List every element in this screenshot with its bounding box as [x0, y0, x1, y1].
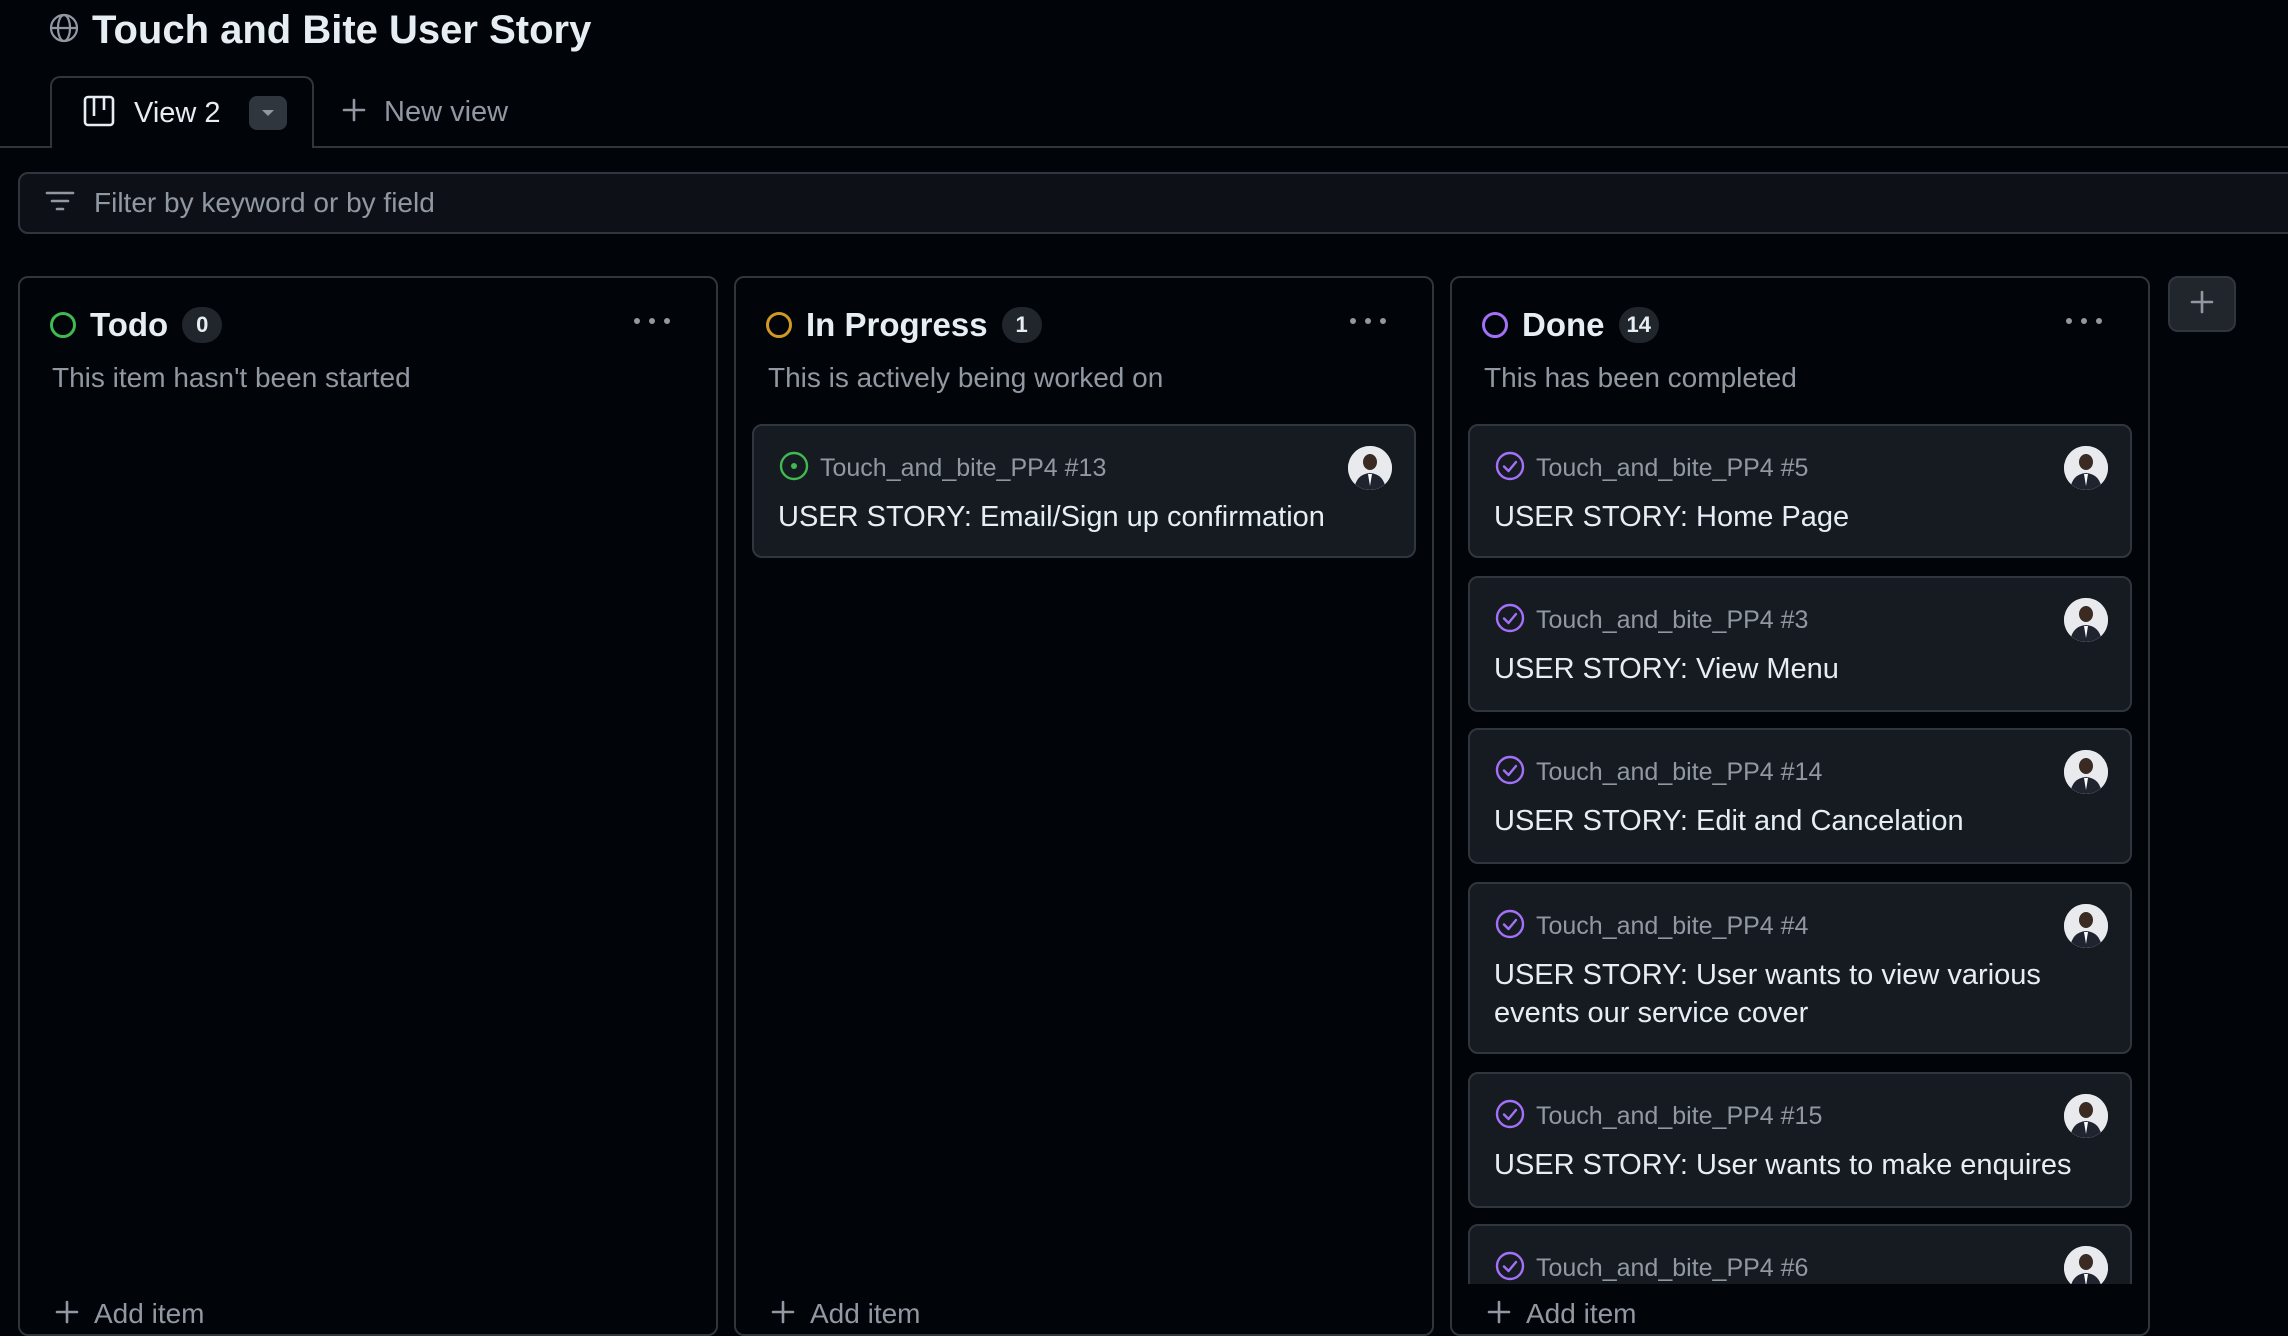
column-todo: Todo 0 This item hasn't been started Add… [18, 276, 718, 1336]
project-header: Touch and Bite User Story [48, 8, 591, 52]
issue-card[interactable]: Touch_and_bite_PP4 #5 USER STORY: Home P… [1468, 424, 2132, 558]
new-view-button[interactable]: New view [340, 90, 508, 134]
card-meta: Touch_and_bite_PP4 #3 [1494, 602, 1808, 639]
column-description: This is actively being worked on [768, 362, 1164, 393]
issue-card[interactable]: Touch_and_bite_PP4 #15 USER STORY: User … [1468, 1072, 2132, 1208]
globe-icon [48, 12, 80, 49]
filter-input[interactable]: Filter by keyword or by field [18, 172, 2288, 234]
card-meta: Touch_and_bite_PP4 #5 [1494, 450, 1808, 487]
column-more-button[interactable] [630, 308, 674, 334]
issue-closed-icon [1494, 908, 1526, 945]
tabs-divider [0, 146, 2288, 148]
issue-closed-icon [1494, 1098, 1526, 1135]
card-title[interactable]: USER STORY: User wants to view various e… [1494, 956, 2094, 1032]
card-title[interactable]: USER STORY: User wants to make enquires [1494, 1146, 2094, 1184]
column-header: Todo 0 [50, 306, 223, 344]
filter-placeholder: Filter by keyword or by field [94, 187, 435, 218]
add-item-label: Add item [810, 1298, 921, 1329]
card-repo-ref[interactable]: Touch_and_bite_PP4 #14 [1536, 758, 1822, 787]
done-card-list[interactable]: Touch_and_bite_PP4 #5 USER STORY: Home P… [1452, 278, 2152, 1284]
issue-card[interactable]: Touch_and_bite_PP4 #13 USER STORY: Email… [752, 424, 1416, 558]
todo-status-icon [50, 312, 76, 338]
column-count: 1 [1001, 307, 1042, 343]
card-meta: Touch_and_bite_PP4 #13 [778, 450, 1106, 487]
issue-open-icon [778, 450, 810, 487]
new-view-label: New view [384, 95, 509, 128]
plus-icon [54, 1299, 80, 1330]
plus-icon [340, 96, 368, 129]
card-repo-ref[interactable]: Touch_and_bite_PP4 #6 [1536, 1254, 1808, 1283]
column-count: 0 [182, 307, 223, 343]
issue-card[interactable]: Touch_and_bite_PP4 #4 USER STORY: User w… [1468, 882, 2132, 1054]
project-title: Touch and Bite User Story [92, 7, 592, 52]
add-item-label: Add item [94, 1298, 205, 1329]
column-header: In Progress 1 [766, 306, 1042, 344]
column-description: This item hasn't been started [52, 362, 411, 393]
card-meta: Touch_and_bite_PP4 #14 [1494, 754, 1822, 791]
card-title[interactable]: USER STORY: Home Page [1494, 498, 2094, 536]
card-meta: Touch_and_bite_PP4 #6 [1494, 1250, 1808, 1284]
assignee-avatar[interactable] [2064, 1246, 2108, 1284]
assignee-avatar[interactable] [2064, 446, 2108, 490]
column-more-button[interactable] [1346, 308, 1390, 334]
add-item-button[interactable]: Add item [54, 1298, 205, 1330]
card-repo-ref[interactable]: Touch_and_bite_PP4 #15 [1536, 1102, 1822, 1131]
add-column-button[interactable] [2168, 276, 2236, 332]
assignee-avatar[interactable] [2064, 598, 2108, 642]
plus-icon [1486, 1299, 1512, 1330]
in-progress-status-icon [766, 312, 792, 338]
card-repo-ref[interactable]: Touch_and_bite_PP4 #13 [820, 454, 1106, 483]
plus-icon [2188, 288, 2216, 321]
card-repo-ref[interactable]: Touch_and_bite_PP4 #5 [1536, 454, 1808, 483]
card-title[interactable]: USER STORY: Email/Sign up confirmation [778, 498, 1378, 536]
issue-closed-icon [1494, 602, 1526, 639]
issue-closed-icon [1494, 754, 1526, 791]
assignee-avatar[interactable] [2064, 904, 2108, 948]
column-title: Todo [90, 306, 169, 343]
column-title: In Progress [806, 306, 988, 343]
assignee-avatar[interactable] [1348, 446, 1392, 490]
card-meta: Touch_and_bite_PP4 #15 [1494, 1098, 1822, 1135]
issue-closed-icon [1494, 1250, 1526, 1284]
tab-view-2[interactable]: View 2 [50, 76, 314, 148]
issue-card[interactable]: Touch_and_bite_PP4 #14 USER STORY: Edit … [1468, 728, 2132, 864]
column-in-progress: In Progress 1 This is actively being wor… [734, 276, 1434, 1336]
issue-closed-icon [1494, 450, 1526, 487]
card-meta: Touch_and_bite_PP4 #4 [1494, 908, 1808, 945]
view-options-dropdown[interactable] [248, 96, 287, 130]
add-item-button[interactable]: Add item [770, 1298, 921, 1330]
plus-icon [770, 1299, 796, 1330]
card-repo-ref[interactable]: Touch_and_bite_PP4 #3 [1536, 606, 1808, 635]
assignee-avatar[interactable] [2064, 750, 2108, 794]
add-item-button[interactable]: Add item [1486, 1298, 1637, 1330]
card-title[interactable]: USER STORY: Edit and Cancelation [1494, 802, 2094, 840]
add-item-label: Add item [1526, 1298, 1637, 1329]
column-done: Done 14 This has been completed Touch_an… [1450, 276, 2150, 1336]
issue-card[interactable]: Touch_and_bite_PP4 #3 USER STORY: View M… [1468, 576, 2132, 712]
issue-card[interactable]: Touch_and_bite_PP4 #6 [1468, 1224, 2132, 1284]
tab-view-2-label: View 2 [134, 96, 221, 129]
triangle-down-icon [261, 110, 274, 116]
card-repo-ref[interactable]: Touch_and_bite_PP4 #4 [1536, 912, 1808, 941]
board-icon [82, 94, 116, 133]
card-title[interactable]: USER STORY: View Menu [1494, 650, 2094, 688]
assignee-avatar[interactable] [2064, 1094, 2108, 1138]
filter-icon [44, 188, 76, 219]
